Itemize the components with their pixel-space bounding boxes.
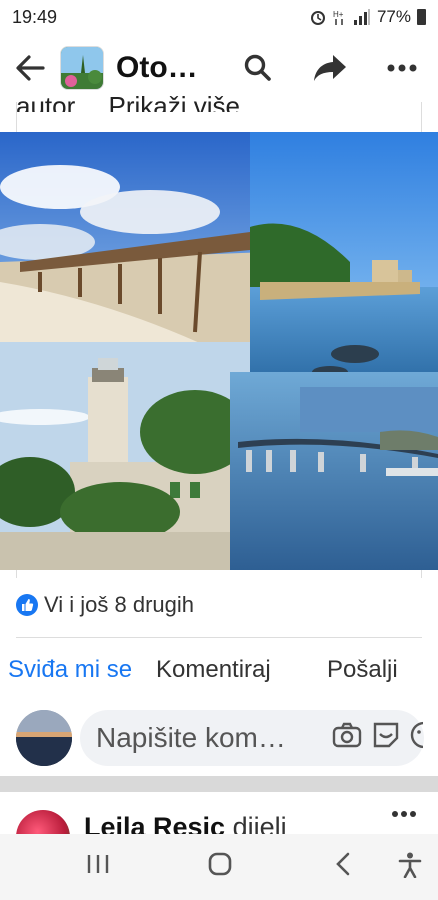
accessibility-icon[interactable] — [398, 852, 422, 878]
avatar[interactable] — [16, 810, 70, 834]
like-button[interactable]: Sviđa mi se — [8, 656, 132, 684]
battery-icon — [417, 9, 426, 25]
search-icon — [244, 54, 271, 81]
more-dots-icon[interactable] — [392, 810, 416, 818]
post-text: autor… Prikaži više — [16, 84, 316, 112]
like-reaction-icon — [16, 594, 38, 616]
send-button[interactable]: Pošalji — [327, 656, 398, 684]
battery-percent: 77% — [376, 7, 411, 26]
reactions-summary[interactable]: Vi i još 8 drugih — [16, 592, 194, 618]
more-options-button[interactable] — [366, 34, 438, 102]
back-arrow-icon — [16, 55, 45, 81]
comment-button[interactable]: Komentiraj — [156, 656, 271, 684]
system-nav-bar — [0, 834, 438, 900]
signal-icon — [353, 9, 370, 25]
next-post-author[interactable]: Leila Resic dijeli — [84, 812, 287, 834]
status-indicators: H+ 77% — [309, 7, 426, 27]
post-verb: dijeli — [232, 812, 287, 834]
post-image[interactable] — [0, 132, 438, 570]
sticker-icon[interactable] — [371, 720, 401, 750]
post-text-truncated: autor… — [16, 91, 102, 112]
see-more-link[interactable]: Prikaži više — [109, 91, 240, 112]
svg-text:H+: H+ — [333, 10, 344, 19]
page-title[interactable]: Oto… — [116, 51, 226, 85]
post-actions: Sviđa mi se Komentiraj Pošalji — [0, 650, 438, 694]
next-post-header: Leila Resic dijeli — [0, 792, 438, 834]
back-nav-icon[interactable] — [333, 852, 353, 876]
divider — [16, 637, 422, 638]
reactions-text: Vi i još 8 drugih — [44, 592, 195, 617]
comment-placeholder: Napišite kom… — [96, 722, 286, 753]
feed-separator — [0, 776, 438, 792]
recent-apps-icon[interactable] — [86, 852, 110, 876]
author-name[interactable]: Leila Resic — [84, 812, 225, 834]
comment-composer: Napišite kom… — [0, 708, 438, 768]
emoji-icon[interactable] — [409, 720, 423, 750]
avatar[interactable] — [16, 710, 72, 766]
camera-icon[interactable] — [332, 720, 362, 750]
status-bar: 19:49 H+ 77% — [0, 0, 438, 34]
home-icon[interactable] — [208, 852, 232, 876]
more-dots-icon — [387, 64, 417, 72]
network-icon: H+ — [333, 10, 344, 25]
share-arrow-icon — [314, 55, 346, 81]
alarm-icon — [310, 11, 325, 25]
status-time: 19:49 — [12, 6, 58, 27]
